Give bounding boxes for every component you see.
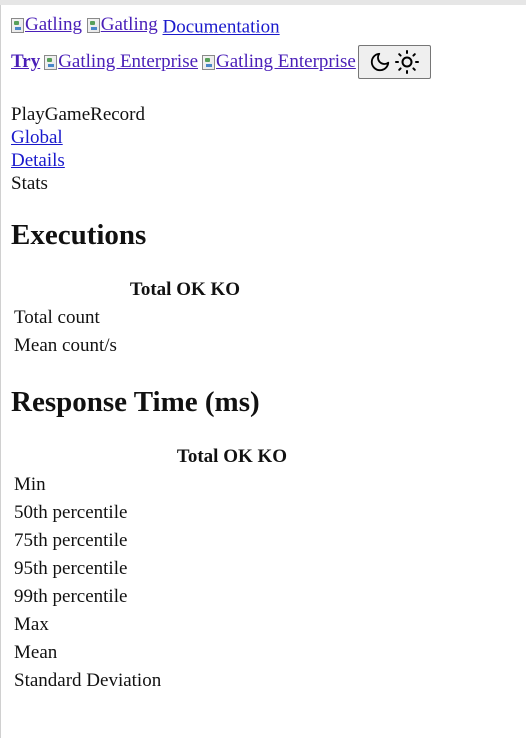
table-row: Mean count/s [13,333,243,359]
table-row: 95th percentile [13,556,289,582]
column-header [13,444,173,470]
logo-alt-text-2: Gatling [100,14,158,35]
row-label: 50th percentile [14,502,128,523]
left-edge-line [0,5,1,738]
column-header: Total OK KO [176,446,288,467]
row-label: 95th percentile [14,558,128,579]
table-row: Min [13,472,289,498]
table-header-row: Total OK KO [13,277,243,303]
response-time-heading: Response Time (ms) [11,386,260,418]
table-row: 99th percentile [13,584,289,610]
row-label: Mean count/s [14,335,117,356]
row-label: Standard Deviation [14,670,162,691]
column-header [13,277,125,303]
try-label: Try [11,51,41,72]
menu-item-details[interactable]: Details [11,150,65,171]
logo-alt-text: Gatling [25,14,82,35]
broken-image-icon [11,17,24,33]
row-label: Min [14,474,46,495]
table-row: 75th percentile [13,528,289,554]
broken-image-icon [202,54,216,70]
simulation-name: PlayGameRecord [11,104,146,125]
table-row: Mean [13,640,289,666]
row-label: Max [14,614,49,635]
broken-image-icon [86,17,100,33]
menu-item-stats: Stats [11,173,48,194]
table-header-row: Total OK KO [13,444,289,470]
sun-icon [395,50,420,74]
logo-link-2[interactable]: Gatling [86,13,158,37]
moon-icon [371,52,390,72]
header-nav-row: Gatling Gatling Documentation [11,13,521,38]
theme-toggle-button[interactable] [357,45,431,79]
try-enterprise-link[interactable]: Try Gatling Enterprise Gatling Enterpris… [11,51,356,73]
documentation-link[interactable]: Documentation [163,17,280,38]
row-label: 75th percentile [14,530,128,551]
table-row: Max [13,612,289,638]
enterprise-alt-text: Gatling Enterprise [58,51,199,72]
broken-image-icon [44,54,58,70]
executions-table: Total OK KO Total count Mean count/s [11,275,245,361]
table-row: 50th percentile [13,500,289,526]
table-row: Standard Deviation [13,668,289,694]
column-header: Total OK KO [129,279,241,300]
executions-heading: Executions [11,219,147,251]
enterprise-image-2: Gatling Enterprise [202,51,356,73]
header-nav-row-2: Try Gatling Enterprise Gatling Enterpris… [11,45,521,79]
response-time-table: Total OK KO Min 50th percentile 75th per… [11,442,291,696]
table-row: Total count [13,305,243,331]
row-label: Total count [14,307,100,328]
side-menu: PlayGameRecord Global Details Stats [11,103,521,195]
page-content: Gatling Gatling Documentation Try Gatlin… [11,13,521,696]
enterprise-alt-text-2: Gatling Enterprise [216,51,356,72]
row-label: Mean [14,642,58,663]
enterprise-image: Gatling Enterprise [44,51,198,73]
row-label: 99th percentile [14,586,128,607]
logo-link[interactable]: Gatling [11,13,82,37]
menu-item-global[interactable]: Global [11,127,63,148]
browser-top-strip [0,0,526,5]
